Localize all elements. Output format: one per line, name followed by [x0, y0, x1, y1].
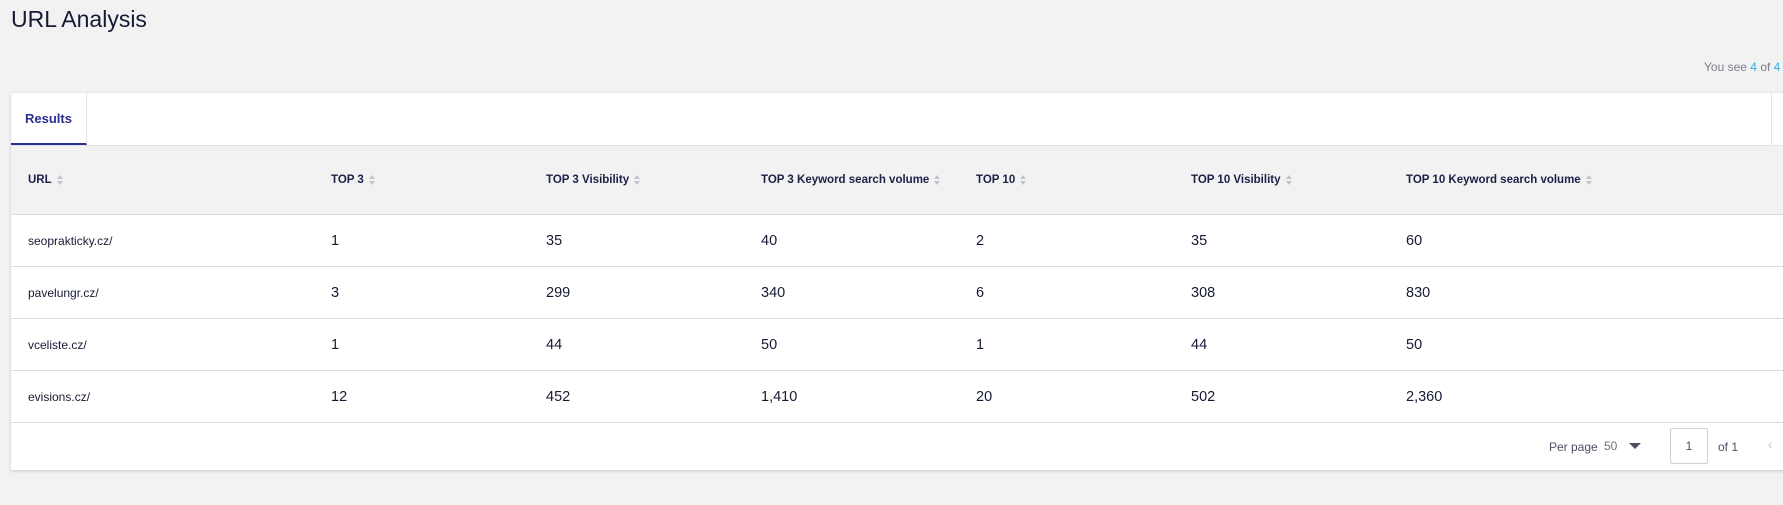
column-header-top3-visibility[interactable]: TOP 3 Visibility: [546, 146, 641, 214]
cell-top3: 1: [331, 336, 340, 353]
cell-top3-visibility: 452: [546, 388, 571, 405]
table-row: evisions.cz/ 12 452 1,410 20 502 2,360: [11, 371, 1783, 423]
sort-icon: [1285, 175, 1293, 185]
column-header-label: TOP 10 Keyword search volume: [1406, 174, 1581, 186]
counter-shown: 4: [1750, 60, 1757, 74]
cell-top10: 2: [976, 232, 985, 249]
cell-top10: 20: [976, 388, 993, 405]
table-row: vceliste.cz/ 1 44 50 1 44 50: [11, 319, 1783, 371]
cell-top3-search-volume: 340: [761, 284, 786, 301]
table-body: seoprakticky.cz/ 1 35 40 2 35 60 pavelun…: [11, 215, 1783, 423]
column-header-label: TOP 3 Visibility: [546, 174, 630, 186]
sort-icon: [934, 175, 941, 185]
cell-top10-search-volume: 60: [1406, 232, 1423, 249]
cell-url: pavelungr.cz/: [28, 285, 99, 300]
results-counter: You see 4 of 4: [1704, 60, 1780, 74]
column-header-label: TOP 3 Keyword search volume: [761, 174, 930, 186]
cell-url: vceliste.cz/: [28, 337, 87, 352]
cell-top10-visibility: 308: [1191, 284, 1216, 301]
sort-icon: [56, 175, 64, 185]
column-header-top3-search-volume[interactable]: TOP 3 Keyword search volume: [761, 146, 941, 214]
cell-top10-search-volume: 2,360: [1406, 388, 1443, 405]
cell-url: seoprakticky.cz/: [28, 233, 113, 248]
table-header: URL TOP 3 TOP 3 Visibility TOP 3 Keyword…: [11, 146, 1783, 215]
column-header-label: TOP 10: [976, 174, 1016, 186]
column-header-label: TOP 3: [331, 174, 364, 186]
table-row: seoprakticky.cz/ 1 35 40 2 35 60: [11, 215, 1783, 267]
page-count: of 1: [1718, 440, 1739, 454]
column-header-top3[interactable]: TOP 3: [331, 146, 376, 214]
cell-top3-visibility: 44: [546, 336, 563, 353]
column-header-label: URL: [28, 174, 52, 186]
cell-top3-visibility: 35: [546, 232, 563, 249]
sort-icon: [1585, 175, 1593, 185]
page-title: URL Analysis: [11, 6, 147, 32]
cell-top10-visibility: 502: [1191, 388, 1216, 405]
caret-down-icon: [1629, 443, 1642, 449]
counter-prefix: You see: [1704, 60, 1747, 74]
tab-bar-divider: [1771, 93, 1772, 145]
column-header-top10[interactable]: TOP 10: [976, 146, 1027, 214]
table-row: pavelungr.cz/ 3 299 340 6 308 830: [11, 267, 1783, 319]
cell-top10-search-volume: 50: [1406, 336, 1423, 353]
cell-top3: 1: [331, 232, 340, 249]
page-number-input[interactable]: [1670, 428, 1708, 464]
cell-top3-search-volume: 40: [761, 232, 778, 249]
tab-results[interactable]: Results: [11, 93, 87, 145]
cell-top3: 3: [331, 284, 340, 301]
tab-bar: Results: [11, 93, 1783, 146]
cell-top10-visibility: 44: [1191, 336, 1208, 353]
counter-total: 4: [1773, 60, 1781, 74]
cell-top10-search-volume: 830: [1406, 284, 1431, 301]
pagination: Per page 50 of 1 ‹: [11, 423, 1783, 470]
counter-of: of: [1760, 60, 1771, 74]
cell-top3-search-volume: 50: [761, 336, 778, 353]
sort-icon: [368, 175, 376, 185]
cell-top10: 6: [976, 284, 985, 301]
cell-top3: 12: [331, 388, 348, 405]
per-page-value: 50: [1604, 439, 1618, 453]
cell-url: evisions.cz/: [28, 389, 91, 404]
column-header-top10-visibility[interactable]: TOP 10 Visibility: [1191, 146, 1293, 214]
per-page-select[interactable]: 50: [1604, 435, 1654, 457]
cell-top10: 1: [976, 336, 985, 353]
sort-icon: [634, 175, 641, 185]
per-page-label: Per page: [1549, 440, 1598, 454]
sort-icon: [1020, 175, 1027, 185]
column-header-url[interactable]: URL: [28, 146, 64, 214]
cell-top3-visibility: 299: [546, 284, 571, 301]
column-header-label: TOP 10 Visibility: [1191, 174, 1281, 186]
cell-top10-visibility: 35: [1191, 232, 1208, 249]
chevron-left-icon[interactable]: ‹: [1768, 436, 1773, 452]
cell-top3-search-volume: 1,410: [761, 388, 798, 405]
results-panel: Results URL TOP 3 TOP 3 Visibility TOP 3…: [11, 93, 1783, 470]
column-header-top10-search-volume[interactable]: TOP 10 Keyword search volume: [1406, 146, 1593, 214]
